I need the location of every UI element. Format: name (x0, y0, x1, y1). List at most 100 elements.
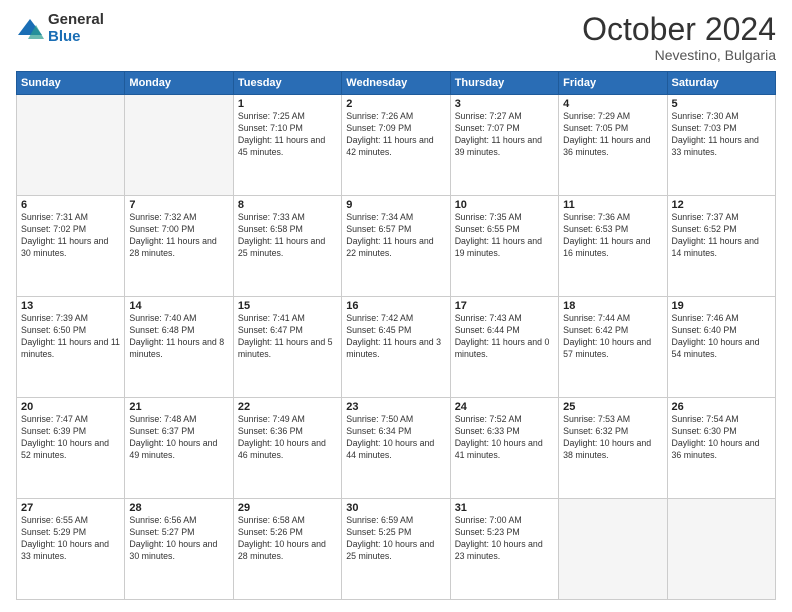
day-number: 12 (672, 199, 771, 211)
cell-info: Sunrise: 6:55 AM Sunset: 5:29 PM Dayligh… (21, 515, 120, 563)
cell-info: Sunrise: 7:47 AM Sunset: 6:39 PM Dayligh… (21, 414, 120, 462)
calendar-cell: 27Sunrise: 6:55 AM Sunset: 5:29 PM Dayli… (17, 499, 125, 600)
logo-text: General Blue (48, 12, 104, 45)
cell-info: Sunrise: 6:59 AM Sunset: 5:25 PM Dayligh… (346, 515, 445, 563)
cell-info: Sunrise: 7:29 AM Sunset: 7:05 PM Dayligh… (563, 111, 662, 159)
cell-info: Sunrise: 7:25 AM Sunset: 7:10 PM Dayligh… (238, 111, 337, 159)
calendar-cell: 6Sunrise: 7:31 AM Sunset: 7:02 PM Daylig… (17, 196, 125, 297)
day-number: 27 (21, 502, 120, 514)
logo-icon (16, 15, 44, 43)
calendar-header-wednesday: Wednesday (342, 72, 450, 95)
calendar-cell: 11Sunrise: 7:36 AM Sunset: 6:53 PM Dayli… (559, 196, 667, 297)
calendar-cell: 30Sunrise: 6:59 AM Sunset: 5:25 PM Dayli… (342, 499, 450, 600)
calendar-cell: 26Sunrise: 7:54 AM Sunset: 6:30 PM Dayli… (667, 398, 775, 499)
title-block: October 2024 Nevestino, Bulgaria (582, 12, 776, 63)
week-row-1: 6Sunrise: 7:31 AM Sunset: 7:02 PM Daylig… (17, 196, 776, 297)
cell-info: Sunrise: 7:43 AM Sunset: 6:44 PM Dayligh… (455, 313, 554, 361)
day-number: 16 (346, 300, 445, 312)
day-number: 3 (455, 98, 554, 110)
calendar-cell: 29Sunrise: 6:58 AM Sunset: 5:26 PM Dayli… (233, 499, 341, 600)
calendar-cell: 7Sunrise: 7:32 AM Sunset: 7:00 PM Daylig… (125, 196, 233, 297)
day-number: 19 (672, 300, 771, 312)
calendar-cell: 31Sunrise: 7:00 AM Sunset: 5:23 PM Dayli… (450, 499, 558, 600)
cell-info: Sunrise: 7:40 AM Sunset: 6:48 PM Dayligh… (129, 313, 228, 361)
day-number: 9 (346, 199, 445, 211)
calendar-cell: 25Sunrise: 7:53 AM Sunset: 6:32 PM Dayli… (559, 398, 667, 499)
cell-info: Sunrise: 7:33 AM Sunset: 6:58 PM Dayligh… (238, 212, 337, 260)
calendar-cell: 13Sunrise: 7:39 AM Sunset: 6:50 PM Dayli… (17, 297, 125, 398)
cell-info: Sunrise: 7:44 AM Sunset: 6:42 PM Dayligh… (563, 313, 662, 361)
day-number: 11 (563, 199, 662, 211)
week-row-0: 1Sunrise: 7:25 AM Sunset: 7:10 PM Daylig… (17, 95, 776, 196)
header: General Blue October 2024 Nevestino, Bul… (16, 12, 776, 63)
calendar-header-friday: Friday (559, 72, 667, 95)
calendar-cell: 10Sunrise: 7:35 AM Sunset: 6:55 PM Dayli… (450, 196, 558, 297)
calendar-cell: 9Sunrise: 7:34 AM Sunset: 6:57 PM Daylig… (342, 196, 450, 297)
week-row-3: 20Sunrise: 7:47 AM Sunset: 6:39 PM Dayli… (17, 398, 776, 499)
cell-info: Sunrise: 7:32 AM Sunset: 7:00 PM Dayligh… (129, 212, 228, 260)
calendar-header-saturday: Saturday (667, 72, 775, 95)
day-number: 22 (238, 401, 337, 413)
calendar-cell: 18Sunrise: 7:44 AM Sunset: 6:42 PM Dayli… (559, 297, 667, 398)
calendar-cell: 1Sunrise: 7:25 AM Sunset: 7:10 PM Daylig… (233, 95, 341, 196)
cell-info: Sunrise: 7:36 AM Sunset: 6:53 PM Dayligh… (563, 212, 662, 260)
day-number: 29 (238, 502, 337, 514)
calendar-cell: 4Sunrise: 7:29 AM Sunset: 7:05 PM Daylig… (559, 95, 667, 196)
cell-info: Sunrise: 6:56 AM Sunset: 5:27 PM Dayligh… (129, 515, 228, 563)
page: General Blue October 2024 Nevestino, Bul… (0, 0, 792, 612)
day-number: 23 (346, 401, 445, 413)
calendar-cell: 15Sunrise: 7:41 AM Sunset: 6:47 PM Dayli… (233, 297, 341, 398)
calendar-table: SundayMondayTuesdayWednesdayThursdayFrid… (16, 71, 776, 600)
day-number: 20 (21, 401, 120, 413)
cell-info: Sunrise: 7:39 AM Sunset: 6:50 PM Dayligh… (21, 313, 120, 361)
day-number: 21 (129, 401, 228, 413)
location: Nevestino, Bulgaria (582, 47, 776, 63)
day-number: 25 (563, 401, 662, 413)
cell-info: Sunrise: 7:00 AM Sunset: 5:23 PM Dayligh… (455, 515, 554, 563)
calendar-cell: 8Sunrise: 7:33 AM Sunset: 6:58 PM Daylig… (233, 196, 341, 297)
calendar-cell: 23Sunrise: 7:50 AM Sunset: 6:34 PM Dayli… (342, 398, 450, 499)
calendar-cell: 19Sunrise: 7:46 AM Sunset: 6:40 PM Dayli… (667, 297, 775, 398)
cell-info: Sunrise: 7:50 AM Sunset: 6:34 PM Dayligh… (346, 414, 445, 462)
calendar-cell: 16Sunrise: 7:42 AM Sunset: 6:45 PM Dayli… (342, 297, 450, 398)
logo-general-text: General (48, 12, 104, 29)
day-number: 10 (455, 199, 554, 211)
day-number: 7 (129, 199, 228, 211)
calendar-cell: 20Sunrise: 7:47 AM Sunset: 6:39 PM Dayli… (17, 398, 125, 499)
day-number: 13 (21, 300, 120, 312)
day-number: 14 (129, 300, 228, 312)
month-title: October 2024 (582, 12, 776, 47)
calendar-cell (559, 499, 667, 600)
logo-blue-text: Blue (48, 29, 104, 46)
day-number: 26 (672, 401, 771, 413)
calendar-cell: 21Sunrise: 7:48 AM Sunset: 6:37 PM Dayli… (125, 398, 233, 499)
calendar-cell: 17Sunrise: 7:43 AM Sunset: 6:44 PM Dayli… (450, 297, 558, 398)
cell-info: Sunrise: 7:35 AM Sunset: 6:55 PM Dayligh… (455, 212, 554, 260)
week-row-2: 13Sunrise: 7:39 AM Sunset: 6:50 PM Dayli… (17, 297, 776, 398)
day-number: 4 (563, 98, 662, 110)
calendar-header-thursday: Thursday (450, 72, 558, 95)
day-number: 18 (563, 300, 662, 312)
calendar-cell: 28Sunrise: 6:56 AM Sunset: 5:27 PM Dayli… (125, 499, 233, 600)
calendar-cell: 2Sunrise: 7:26 AM Sunset: 7:09 PM Daylig… (342, 95, 450, 196)
cell-info: Sunrise: 7:31 AM Sunset: 7:02 PM Dayligh… (21, 212, 120, 260)
cell-info: Sunrise: 7:49 AM Sunset: 6:36 PM Dayligh… (238, 414, 337, 462)
day-number: 15 (238, 300, 337, 312)
day-number: 30 (346, 502, 445, 514)
calendar-cell: 5Sunrise: 7:30 AM Sunset: 7:03 PM Daylig… (667, 95, 775, 196)
cell-info: Sunrise: 6:58 AM Sunset: 5:26 PM Dayligh… (238, 515, 337, 563)
calendar-header-sunday: Sunday (17, 72, 125, 95)
cell-info: Sunrise: 7:42 AM Sunset: 6:45 PM Dayligh… (346, 313, 445, 361)
cell-info: Sunrise: 7:46 AM Sunset: 6:40 PM Dayligh… (672, 313, 771, 361)
cell-info: Sunrise: 7:30 AM Sunset: 7:03 PM Dayligh… (672, 111, 771, 159)
day-number: 1 (238, 98, 337, 110)
cell-info: Sunrise: 7:41 AM Sunset: 6:47 PM Dayligh… (238, 313, 337, 361)
cell-info: Sunrise: 7:52 AM Sunset: 6:33 PM Dayligh… (455, 414, 554, 462)
calendar-cell: 22Sunrise: 7:49 AM Sunset: 6:36 PM Dayli… (233, 398, 341, 499)
cell-info: Sunrise: 7:37 AM Sunset: 6:52 PM Dayligh… (672, 212, 771, 260)
day-number: 5 (672, 98, 771, 110)
cell-info: Sunrise: 7:48 AM Sunset: 6:37 PM Dayligh… (129, 414, 228, 462)
cell-info: Sunrise: 7:53 AM Sunset: 6:32 PM Dayligh… (563, 414, 662, 462)
cell-info: Sunrise: 7:26 AM Sunset: 7:09 PM Dayligh… (346, 111, 445, 159)
day-number: 17 (455, 300, 554, 312)
